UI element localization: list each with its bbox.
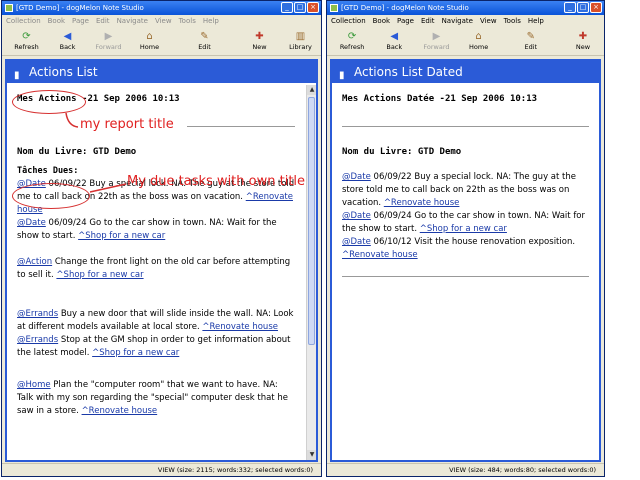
screenshot-stage: [GTD Demo] - dogMelon Note Studio _ □ × … [0, 0, 640, 480]
annotation-pointers [65, 112, 127, 193]
due-tasks-annotation: My due tasks with own title [127, 174, 306, 189]
due-tasks-pointer [89, 183, 127, 193]
report-title-annotation: my report title [80, 117, 174, 132]
report-title-pointer [65, 112, 79, 128]
